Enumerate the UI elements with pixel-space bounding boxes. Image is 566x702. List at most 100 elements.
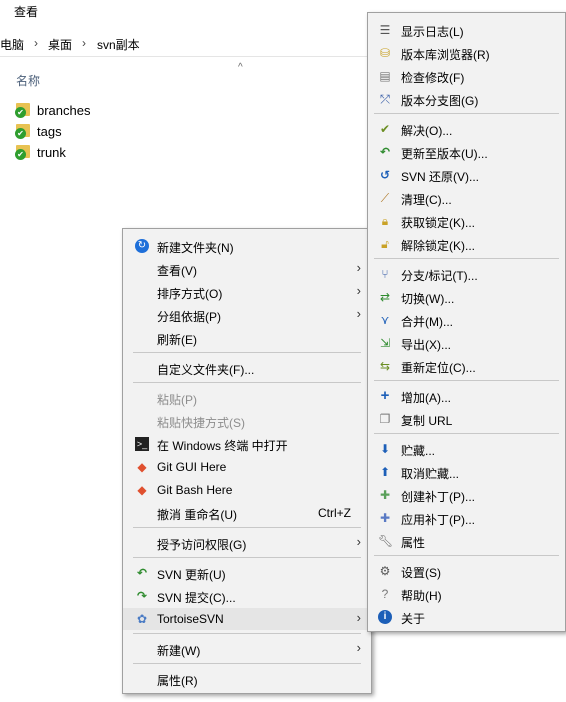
add-icon: + (380, 387, 390, 404)
menu-item-git-gui[interactable]: ◆ Git GUI Here (123, 456, 371, 478)
shortcut-label: Ctrl+Z (318, 506, 351, 520)
menu-item-add[interactable]: + 增加(A)... (368, 385, 565, 407)
help-icon: ? (381, 587, 389, 601)
menu-separator (133, 663, 361, 664)
menu-item-properties[interactable]: 属性(R) (123, 668, 371, 690)
menu-item-show-log[interactable]: ☰ 显示日志(L) (368, 19, 565, 41)
svn-folder-icon: ✔ (15, 144, 30, 160)
shelve-icon: ⬇ (379, 442, 391, 456)
svn-commit-icon: ↷ (136, 589, 148, 603)
menu-item-group[interactable]: 分组依据(P) › (123, 304, 371, 326)
wrench-icon: 🔧︎ (378, 534, 394, 548)
svn-folder-icon: ✔ (15, 123, 30, 139)
file-name: tags (37, 123, 62, 139)
menu-item-get-lock[interactable]: 🔒︎ 获取锁定(K)... (368, 210, 565, 232)
menu-item-merge[interactable]: ⋎ 合并(M)... (368, 309, 565, 331)
menu-item-unshelve[interactable]: ⬆ 取消贮藏... (368, 461, 565, 483)
broom-icon: ⟋ (380, 191, 390, 205)
menu-item-cleanup[interactable]: ⟋ 清理(C)... (368, 187, 565, 209)
menu-separator (133, 557, 361, 558)
list-item-trunk[interactable]: ✔ trunk (15, 142, 66, 162)
menu-item-apply-patch[interactable]: ✚ 应用补丁(P)... (368, 507, 565, 529)
menu-item-switch[interactable]: ⇄ 切换(W)... (368, 286, 565, 308)
terminal-icon: >_ (135, 437, 149, 451)
revert-icon: ↺ (379, 168, 391, 182)
breadcrumb-chevron-icon: › (82, 36, 86, 50)
svn-folder-icon: ✔ (15, 102, 30, 118)
branch-icon: ⑂ (381, 267, 389, 281)
update-rev-icon: ↶ (379, 145, 391, 159)
column-header-name[interactable]: 名称 (16, 72, 40, 89)
unlock-icon: 🔓︎ (381, 237, 389, 251)
menu-item-refresh[interactable]: 刷新(E) (123, 327, 371, 349)
list-item-tags[interactable]: ✔ tags (15, 121, 62, 141)
submenu-arrow-icon: › (356, 640, 361, 655)
copy-icon: ❐ (379, 412, 391, 426)
list-item-branches[interactable]: ✔ branches (15, 100, 91, 120)
menu-item-create-patch[interactable]: ✚ 创建补丁(P)... (368, 484, 565, 506)
lock-icon: 🔒︎ (381, 214, 389, 228)
breadcrumb-pc[interactable]: 电脑 (0, 36, 24, 53)
menu-separator (133, 352, 361, 353)
menu-item-copy-url[interactable]: ❐ 复制 URL (368, 408, 565, 430)
menu-item-branch-tag[interactable]: ⑂ 分支/标记(T)... (368, 263, 565, 285)
menu-item-export[interactable]: ⇲ 导出(X)... (368, 332, 565, 354)
menu-separator (374, 555, 559, 556)
switch-icon: ⇄ (379, 290, 391, 304)
merge-icon: ⋎ (380, 313, 390, 327)
menu-item-check-mods[interactable]: ▤ 检查修改(F) (368, 65, 565, 87)
menu-view[interactable]: 查看 (14, 3, 38, 20)
menu-item-svn-commit[interactable]: ↷ SVN 提交(C)... (123, 585, 371, 607)
menu-item-customize[interactable]: 自定义文件夹(F)... (123, 357, 371, 379)
breadcrumb-chevron-icon: › (34, 36, 38, 50)
menu-item-git-bash[interactable]: ◆ Git Bash Here (123, 479, 371, 501)
submenu-arrow-icon: › (356, 283, 361, 298)
menu-separator (374, 433, 559, 434)
menu-item-help[interactable]: ? 帮助(H) (368, 583, 565, 605)
breadcrumb-folder[interactable]: svn副本 (97, 36, 140, 53)
menu-item-repo-browser[interactable]: ⛁ 版本库浏览器(R) (368, 42, 565, 64)
settings-icon: ⚙ (379, 564, 391, 578)
file-name: branches (37, 102, 91, 118)
menu-item-properties-svn[interactable]: 🔧︎ 属性 (368, 530, 565, 552)
menu-item-settings[interactable]: ⚙ 设置(S) (368, 560, 565, 582)
file-name: trunk (37, 144, 66, 160)
menu-item-svn-update[interactable]: ↶ SVN 更新(U) (123, 562, 371, 584)
submenu-arrow-icon: › (356, 534, 361, 549)
tortoisesvn-icon: ✿ (136, 612, 148, 626)
menu-separator (374, 113, 559, 114)
unshelve-icon: ⬆ (379, 465, 391, 479)
menu-item-paste-shortcut[interactable]: 粘贴快捷方式(S) (123, 410, 371, 432)
info-icon: i (378, 610, 392, 624)
menu-separator (133, 382, 361, 383)
submenu-arrow-icon: › (356, 260, 361, 275)
menu-separator (374, 380, 559, 381)
menu-item-shelve[interactable]: ⬇ 贮藏... (368, 438, 565, 460)
menu-separator (133, 527, 361, 528)
new-folder-icon: ↻ (135, 239, 149, 253)
menu-item-undo-rename[interactable]: 撤消 重命名(U) Ctrl+Z (123, 502, 371, 524)
menu-item-paste[interactable]: 粘贴(P) (123, 387, 371, 409)
patch-icon: ✚ (379, 488, 391, 502)
relocate-icon: ⇆ (379, 359, 391, 373)
menu-item-about[interactable]: i 关于 (368, 606, 565, 628)
menu-item-revert[interactable]: ↺ SVN 还原(V)... (368, 164, 565, 186)
submenu-arrow-icon: › (356, 306, 361, 321)
menu-item-view[interactable]: 查看(V) › (123, 258, 371, 280)
apply-patch-icon: ✚ (379, 511, 391, 525)
check-mods-icon: ▤ (379, 69, 391, 83)
menu-item-release-lock[interactable]: 🔓︎ 解除锁定(K)... (368, 233, 565, 255)
menu-item-open-terminal[interactable]: >_ 在 Windows 终端 中打开 (123, 433, 371, 455)
breadcrumb-desktop[interactable]: 桌面 (48, 36, 72, 53)
menu-item-relocate[interactable]: ⇆ 重新定位(C)... (368, 355, 565, 377)
menu-item-new-folder[interactable]: ↻ 新建文件夹(N) (123, 235, 371, 257)
tortoisesvn-submenu: ☰ 显示日志(L) ⛁ 版本库浏览器(R) ▤ 检查修改(F) ⤱ 版本分支图(… (367, 12, 566, 632)
menu-item-tortoisesvn[interactable]: ✿ TortoiseSVN › (123, 608, 371, 630)
menu-item-resolve[interactable]: ✔ 解决(O)... (368, 118, 565, 140)
menu-item-grant-access[interactable]: 授予访问权限(G) › (123, 532, 371, 554)
menu-item-new[interactable]: 新建(W) › (123, 638, 371, 660)
menu-item-sort[interactable]: 排序方式(O) › (123, 281, 371, 303)
menu-item-revision-graph[interactable]: ⤱ 版本分支图(G) (368, 88, 565, 110)
menu-item-update-rev[interactable]: ↶ 更新至版本(U)... (368, 141, 565, 163)
git-icon: ◆ (137, 483, 147, 497)
